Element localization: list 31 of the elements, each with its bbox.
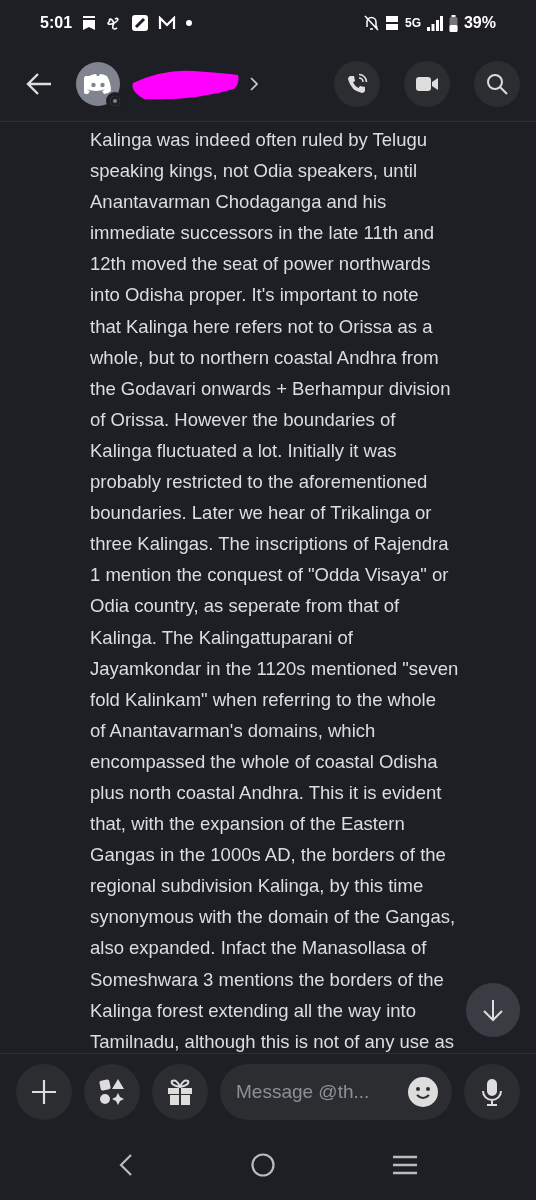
scroll-down-button[interactable] <box>466 983 520 1037</box>
shapes-icon <box>98 1078 126 1106</box>
message-text: Kalinga was indeed often ruled by Telugu speaking kings, not Odia speakers, until Anantavarman Chodaganga and his immediate successors in the late 11th and 12th moved the seat of power northwards into Odisha proper. It's important to note that Kalinga here refers not to Orissa as a whole, but to northern coastal Andhra from the Godavari onwards + Berhampur division of Orissa. However the boundaries of Kalinga fluctuated a lot. Initially it was probably restricted to the aforementioned boundaries. Later we hear of Trikalinga or three Kalingas. The inscriptions of Rajendra 1 mention the conquest of "Odda Visaya" or Odia country, as seperate from that of Kalinga. The Kalingattuparani of Jayamkondar in the 1120s mentioned "seven fold Kalinkam" when referring to the whole of Anantavarman's domains, which encompassed the whole of coastal Odisha plus north coastal Andhra. This it is evident that, with the expansion of the Eastern Gangas in the 1000s AD, the borders of the regional subdivision Kalinga, by this time synonymous with the domain of the Gangas, also expanded. Infact the Manasollasa of Someshwara 3 mentions the borders of the Kalinga forest extending all the way into Tamilnadu, although this is not of any use as <box>90 128 459 1053</box>
back-arrow-icon[interactable] <box>26 72 52 95</box>
video-call-button[interactable] <box>404 60 450 107</box>
message-input[interactable]: Message @th... <box>220 1064 452 1120</box>
battery-level: 39% <box>463 14 496 32</box>
gift-icon <box>166 1078 194 1106</box>
recents-nav-icon[interactable] <box>393 1155 417 1175</box>
avatar[interactable] <box>76 61 120 106</box>
battery-icon <box>448 14 458 32</box>
phone-icon <box>346 72 368 95</box>
app-icon <box>132 15 149 31</box>
chevron-icon[interactable] <box>250 76 258 91</box>
back-nav-icon[interactable] <box>119 1154 133 1176</box>
video-camera-icon <box>415 74 439 93</box>
bookmark-icon <box>82 15 97 31</box>
down-arrow-icon <box>482 998 504 1022</box>
mail-icon <box>158 16 177 30</box>
emoji-icon[interactable] <box>408 1077 438 1107</box>
clock: 5:01 <box>40 14 73 32</box>
home-nav-icon[interactable] <box>251 1153 275 1177</box>
plus-icon <box>31 1079 57 1105</box>
search-icon <box>486 72 508 95</box>
search-button[interactable] <box>474 60 520 107</box>
signal-icon <box>426 15 443 31</box>
muted-bell-icon <box>363 15 379 31</box>
dot-icon <box>186 20 193 26</box>
voice-call-button[interactable] <box>334 60 380 107</box>
network-type: 5G <box>404 16 421 30</box>
microphone-icon <box>482 1078 502 1106</box>
